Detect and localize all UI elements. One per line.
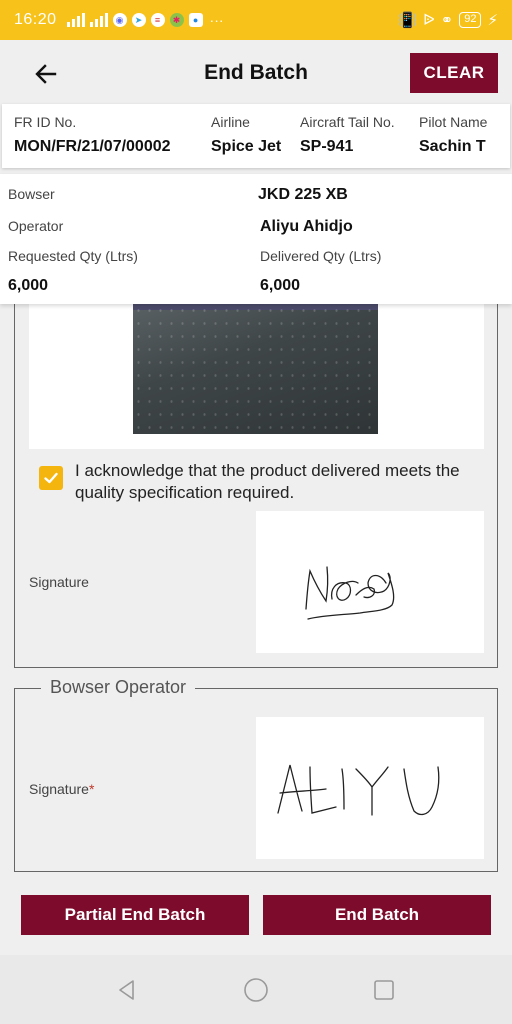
nav-recent-button[interactable]	[371, 977, 397, 1003]
airline-value: Spice Jet	[211, 138, 282, 155]
fr-id-label: FR ID No.	[14, 114, 77, 130]
partial-end-batch-button[interactable]: Partial End Batch	[21, 895, 249, 935]
product-photo[interactable]	[133, 304, 378, 434]
end-batch-button[interactable]: End Batch	[263, 895, 491, 935]
tail-value: SP-941	[300, 138, 354, 155]
airline-field: Airline Spice Jet	[211, 114, 281, 156]
status-time: 16:20	[14, 11, 57, 28]
bowser-value: JKD 225 XB	[258, 186, 348, 203]
operator-signature-label-text: Signature	[29, 781, 89, 797]
operator-label: Operator	[8, 218, 64, 234]
battery-icon: 92	[459, 12, 482, 28]
delivered-qty-label: Delivered Qty (Ltrs)	[260, 248, 382, 264]
batch-info-card: Bowser JKD 225 XB Operator Aliyu Ahidjo …	[0, 174, 512, 304]
app-bar: End Batch CLEAR	[0, 40, 512, 106]
fr-id-field: FR ID No. MON/FR/21/07/00002	[14, 114, 171, 156]
triangle-back-icon	[119, 980, 134, 1000]
pilot-label: Pilot Name	[419, 114, 488, 130]
signature-label: Signature	[29, 574, 89, 590]
required-mark: *	[88, 781, 95, 797]
operator-value: Aliyu Ahidjo	[260, 218, 353, 235]
delivered-qty-value: 6,000	[260, 277, 301, 294]
quality-panel: I acknowledge that the product delivered…	[14, 290, 498, 668]
requested-qty-value: 6,000	[8, 277, 49, 294]
more-notifications-icon: ···	[209, 12, 224, 28]
circle-home-icon	[244, 978, 268, 1002]
system-nav-bar	[0, 955, 512, 1024]
photo-container	[29, 290, 484, 449]
operator-signature-label: Signature*	[29, 781, 94, 797]
vibrate-icon: 📳	[398, 12, 418, 29]
airline-label: Airline	[211, 114, 250, 130]
nav-back-button[interactable]	[114, 977, 140, 1003]
notification-icons: ◉ ➤ ≡ ✱ ● ···	[66, 12, 224, 28]
bowser-operator-section: Bowser Operator Signature*	[14, 677, 498, 872]
acknowledge-text: I acknowledge that the product delivered…	[75, 461, 460, 502]
discord-icon: ◉	[112, 13, 127, 27]
check-icon	[44, 472, 58, 484]
headphones-icon: ⚭	[440, 12, 454, 29]
telegram-icon: ➤	[131, 13, 146, 27]
flight-info-card: FR ID No. MON/FR/21/07/00002 Airline Spi…	[2, 104, 510, 168]
browser-icon: ●	[188, 13, 203, 27]
requested-qty-label: Requested Qty (Ltrs)	[8, 248, 138, 264]
signal-icon	[66, 13, 85, 27]
nav-home-button[interactable]	[243, 977, 269, 1003]
signature-drawing-operator	[277, 764, 440, 816]
fr-id-value: MON/FR/21/07/00002	[14, 138, 171, 155]
status-bar: 16:20 ◉ ➤ ≡ ✱ ● ··· 📳 ᐉ ⚭ 92 ⚡	[0, 0, 512, 40]
pilot-field: Pilot Name Sachin T	[419, 114, 487, 156]
acknowledge-checkbox[interactable]	[39, 466, 63, 490]
tail-label: Aircraft Tail No.	[300, 114, 395, 130]
bowser-operator-legend: Bowser Operator	[41, 677, 196, 698]
app-icon: ≡	[150, 13, 165, 27]
bluetooth-icon: ᐉ	[423, 12, 435, 29]
signature-drawing	[305, 566, 395, 620]
tail-field: Aircraft Tail No. SP-941	[300, 114, 395, 156]
operator-signature-pad[interactable]	[256, 717, 484, 859]
pilot-value: Sachin T	[419, 138, 486, 155]
bowser-label: Bowser	[8, 186, 55, 202]
clear-button[interactable]: CLEAR	[410, 53, 498, 93]
quality-signature-pad[interactable]	[256, 511, 484, 653]
acknowledge-row: I acknowledge that the product delivered…	[39, 460, 479, 504]
charging-icon: ⚡	[487, 12, 498, 29]
square-recent-icon	[374, 980, 394, 1000]
slack-icon: ✱	[169, 13, 184, 27]
system-icons: 📳 ᐉ ⚭ 92 ⚡	[398, 11, 498, 29]
signal-icon-2	[89, 13, 108, 27]
